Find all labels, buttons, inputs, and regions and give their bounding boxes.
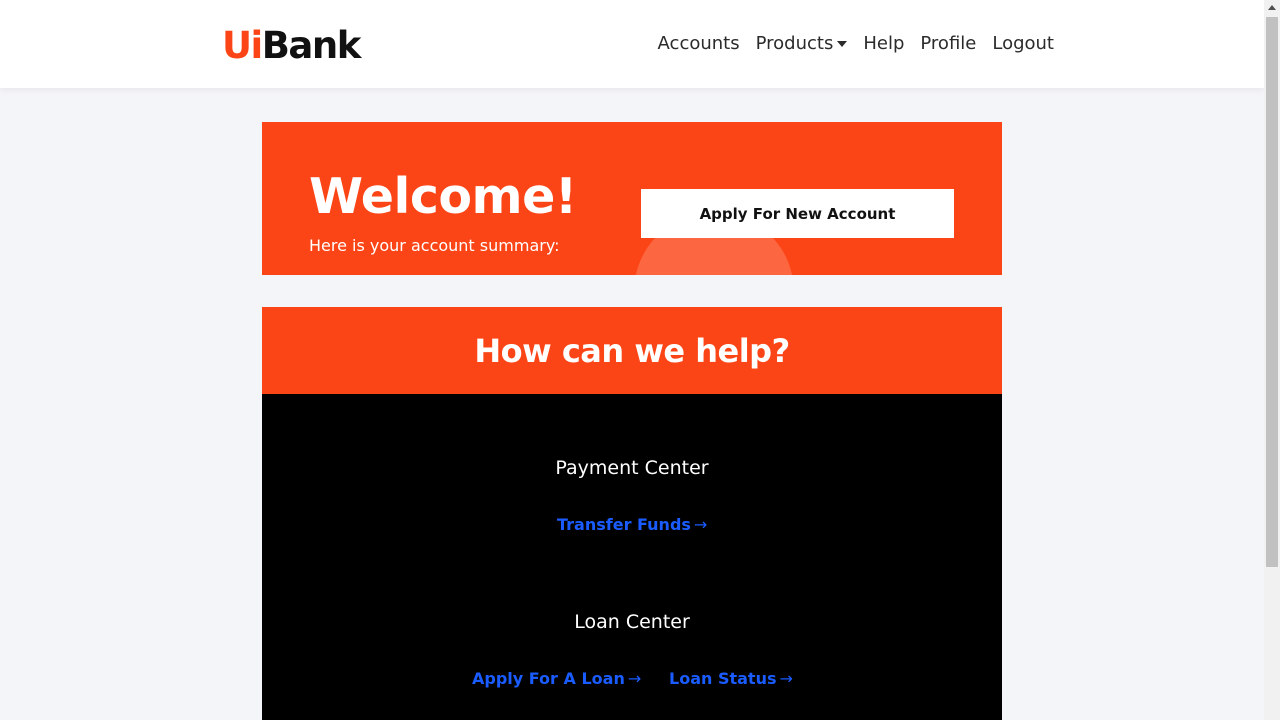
welcome-banner: Welcome! Here is your account summary: A… [262,122,1002,275]
logo-bank-text: Bank [261,24,362,67]
welcome-subtitle: Here is your account summary: [309,236,560,255]
apply-loan-label: Apply For A Loan [472,669,625,688]
nav-logout-link[interactable]: Logout [992,30,1054,58]
nav-products-label: Products [755,33,834,54]
payment-center-title: Payment Center [555,457,709,479]
arrow-right-icon: → [627,669,642,688]
nav-products-dropdown[interactable]: Products [756,30,848,58]
scroll-up-icon[interactable] [1268,5,1276,10]
page-scrollbar[interactable] [1264,0,1280,720]
help-body: Payment Center Transfer Funds → Loan Cent… [262,394,1002,720]
transfer-funds-link[interactable]: Transfer Funds → [557,514,707,536]
transfer-funds-label: Transfer Funds [557,515,691,534]
top-navbar: UiBank Accounts Products Help Profile Lo… [0,0,1264,88]
nav-profile-link[interactable]: Profile [920,30,976,58]
loan-center-title: Loan Center [574,611,690,633]
welcome-title: Welcome! [309,168,577,225]
uibank-logo[interactable]: UiBank [222,24,362,68]
arrow-right-icon: → [693,515,708,534]
help-header: How can we help? [262,307,1002,394]
logo-ui-text: Ui [222,24,263,67]
help-title: How can we help? [474,331,790,370]
nav-help-link[interactable]: Help [863,30,904,58]
apply-loan-link[interactable]: Apply For A Loan → [472,668,641,690]
main-nav: Accounts Products Help Profile Logout [658,30,1054,58]
loan-status-link[interactable]: Loan Status → [669,668,793,690]
loan-status-label: Loan Status [669,669,777,688]
apply-new-account-button[interactable]: Apply For New Account [641,189,954,238]
scrollbar-thumb[interactable] [1266,17,1278,567]
nav-accounts-link[interactable]: Accounts [658,30,740,58]
arrow-right-icon: → [779,669,793,688]
caret-down-icon [837,41,848,47]
